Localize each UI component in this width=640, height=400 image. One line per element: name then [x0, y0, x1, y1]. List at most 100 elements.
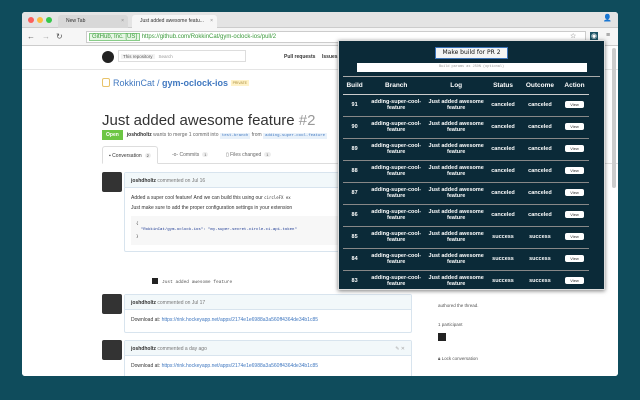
- reload-icon[interactable]: ↻: [56, 32, 63, 41]
- build-text: 91: [351, 101, 358, 108]
- bookmark-star-icon[interactable]: ☆: [570, 32, 576, 40]
- search-scope: This repository: [121, 54, 155, 59]
- branch-text: adding-super-cool-feature: [371, 98, 422, 111]
- log-text: Just added awesome feature: [428, 230, 484, 243]
- cell-build: 90: [343, 116, 367, 139]
- cell-status: canceled: [486, 204, 520, 227]
- lock-conversation-button[interactable]: 🔒︎ Lock conversation: [438, 356, 478, 361]
- log-text: Just added awesome feature: [428, 164, 484, 177]
- browser-window: New Tab × Just added awesome featu... × 👤 …: [22, 12, 618, 376]
- log-text: Just added awesome feature: [428, 120, 484, 133]
- view-button[interactable]: View: [565, 101, 584, 109]
- view-button[interactable]: View: [565, 167, 584, 175]
- tab-new-tab[interactable]: New Tab ×: [58, 15, 128, 28]
- tab-conversation[interactable]: ▪ Conversation 2: [102, 146, 158, 164]
- cell-branch: adding-super-cool-feature: [366, 226, 427, 249]
- comment-author[interactable]: joshdholtz: [131, 178, 156, 184]
- log-text: Just added awesome feature: [428, 252, 484, 265]
- avatar[interactable]: [102, 294, 122, 314]
- repo-title: RokkinCat / gym-oclock-ios PRIVATE: [102, 78, 250, 88]
- owner-link[interactable]: RokkinCat: [113, 78, 155, 88]
- nav-issues[interactable]: Issues: [322, 54, 338, 60]
- nav-pull-requests[interactable]: Pull requests: [284, 54, 315, 60]
- avatar[interactable]: [102, 340, 122, 360]
- download-link[interactable]: https://rink.hockeyapp.net/apps/2174e1e6…: [162, 317, 318, 323]
- repo-link[interactable]: gym-oclock-ios: [162, 78, 228, 88]
- cell-branch: adding-super-cool-feature: [366, 182, 427, 205]
- authored-text: authored the thread.: [438, 303, 479, 308]
- view-button[interactable]: View: [565, 233, 584, 241]
- close-window-button[interactable]: [28, 17, 34, 23]
- circleci-extension-icon[interactable]: ◉: [590, 32, 599, 40]
- log-text: Just added awesome feature: [428, 98, 484, 111]
- cell-outcome: canceled: [519, 116, 561, 139]
- comment-author[interactable]: joshdholtz: [131, 300, 156, 306]
- build-text: 86: [351, 211, 358, 218]
- outcome-text: canceled: [528, 101, 552, 108]
- status-text: canceled: [491, 145, 515, 152]
- tab-label: Files changed: [230, 152, 262, 158]
- view-button[interactable]: View: [565, 211, 584, 219]
- search-placeholder: Search: [158, 54, 173, 59]
- build-text: 88: [351, 167, 358, 174]
- search-input[interactable]: This repository Search: [118, 50, 246, 62]
- cell-build: 83: [343, 270, 367, 289]
- make-build-button[interactable]: Make build for PR 2: [435, 47, 508, 59]
- commit-message[interactable]: Just added awesome feature: [162, 280, 232, 285]
- avatar[interactable]: [102, 172, 122, 192]
- log-text: Just added awesome feature: [428, 208, 484, 221]
- table-row: 88 adding-super-cool-feature Just added aw…: [343, 160, 589, 183]
- status-badge: Open: [102, 130, 123, 140]
- table-row: 83 adding-super-cool-feature Just added aw…: [343, 270, 589, 289]
- edit-delete-icons[interactable]: ✎ ✕: [395, 346, 405, 352]
- view-button[interactable]: View: [565, 145, 584, 153]
- cell-outcome: canceled: [519, 182, 561, 205]
- inline-code: circleFX ex: [264, 195, 291, 200]
- table-row: 90 adding-super-cool-feature Just added aw…: [343, 116, 589, 139]
- build-text: 83: [351, 277, 358, 284]
- cell-status: canceled: [486, 116, 520, 139]
- comment-author[interactable]: joshdholtz: [131, 346, 156, 352]
- menu-icon[interactable]: ≡: [606, 32, 610, 39]
- download-link[interactable]: https://rink.hockeyapp.net/apps/2174e1e6…: [162, 363, 318, 369]
- profile-icon[interactable]: 👤: [603, 14, 612, 22]
- build-params-input[interactable]: Build params as JSON (optional): [356, 63, 587, 72]
- column-header: Action: [560, 77, 589, 95]
- view-button[interactable]: View: [565, 277, 584, 285]
- code-value: "my-super-secret-circle-ci-api-token": [208, 228, 297, 233]
- column-header: Outcome: [519, 77, 561, 95]
- comment-text: Download at:: [131, 317, 161, 323]
- maximize-window-button[interactable]: [46, 17, 52, 23]
- view-button[interactable]: View: [565, 189, 584, 197]
- view-button[interactable]: View: [565, 123, 584, 131]
- scrollbar[interactable]: [612, 48, 616, 188]
- view-button[interactable]: View: [565, 255, 584, 263]
- outcome-text: canceled: [528, 123, 552, 130]
- tab-pull-request[interactable]: Just added awesome featu... ×: [132, 15, 217, 28]
- builds-table: Build Branch Log Status Outcome Action 91 addi…: [343, 77, 589, 289]
- minimize-window-button[interactable]: [37, 17, 43, 23]
- forward-icon[interactable]: →: [42, 32, 50, 41]
- log-text: Just added awesome feature: [428, 142, 484, 155]
- branch-text: adding-super-cool-feature: [371, 120, 422, 133]
- tab-label: Commits: [179, 152, 200, 158]
- cell-outcome: success: [519, 226, 561, 249]
- cell-outcome: canceled: [519, 94, 561, 117]
- close-tab-icon[interactable]: ×: [210, 18, 213, 24]
- table-row: 85 adding-super-cool-feature Just added aw…: [343, 226, 589, 249]
- pr-title: Just added awesome feature: [102, 112, 295, 129]
- tab-commits[interactable]: -o- Commits 1: [166, 146, 214, 164]
- commit-avatar: [152, 278, 158, 284]
- tab-files-changed[interactable]: ▯ Files changed 1: [220, 146, 277, 164]
- pr-author[interactable]: joshdholtz: [127, 132, 152, 138]
- cell-log: Just added awesome feature: [426, 160, 487, 183]
- close-tab-icon[interactable]: ×: [121, 18, 124, 24]
- github-logo-icon[interactable]: [102, 51, 114, 63]
- participant-avatar[interactable]: [438, 333, 446, 341]
- pr-number: #2: [298, 112, 316, 129]
- table-row: 84 adding-super-cool-feature Just added aw…: [343, 248, 589, 271]
- back-icon[interactable]: ←: [27, 32, 35, 41]
- outcome-text: canceled: [528, 167, 552, 174]
- from-text: from: [251, 132, 262, 138]
- cell-status: success: [486, 270, 520, 289]
